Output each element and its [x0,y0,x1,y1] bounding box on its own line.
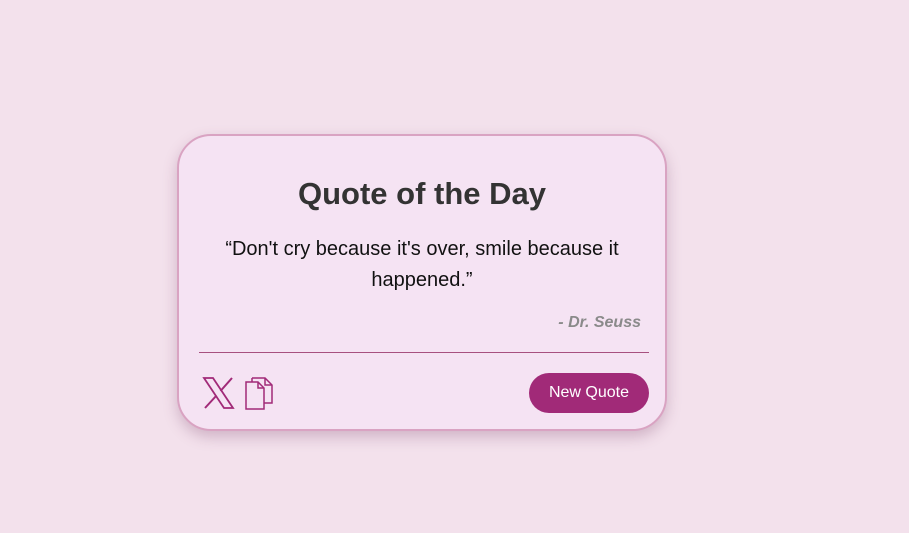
new-quote-button[interactable]: New Quote [529,373,649,413]
copy-icon[interactable] [245,377,274,410]
card-title: Quote of the Day [297,176,546,211]
divider [199,352,649,353]
quote-author: - Dr. Seuss [558,314,641,331]
quote-card: Quote of the Day “Don't cry because it's… [177,134,667,431]
x-twitter-icon[interactable] [202,377,235,409]
quote-text: “Don't cry because it's over, smile beca… [225,238,619,291]
